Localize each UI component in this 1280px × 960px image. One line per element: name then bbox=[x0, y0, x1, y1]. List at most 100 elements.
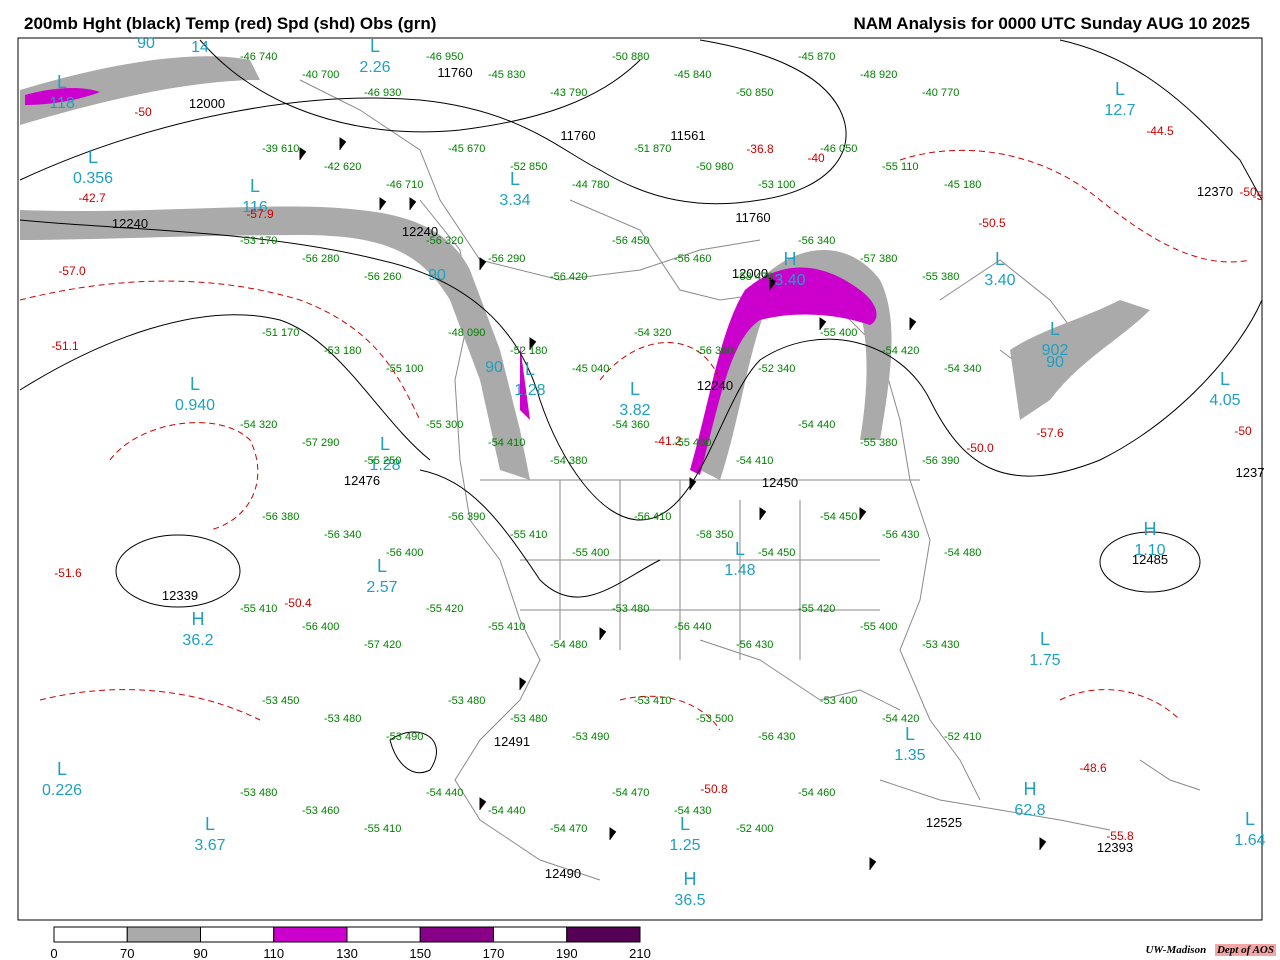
center-letter: L bbox=[735, 539, 745, 559]
station-observation: -56 430 bbox=[736, 639, 773, 651]
colorbar-bin bbox=[273, 926, 348, 943]
station-observation: -54 320 bbox=[240, 419, 277, 431]
station-observation: -56 400 bbox=[302, 621, 339, 633]
station-observation: -50 980 bbox=[696, 161, 733, 173]
height-label: 12491 bbox=[494, 734, 530, 749]
station-observation: -54 420 bbox=[882, 713, 919, 725]
colorbar-tick-label: 70 bbox=[120, 946, 134, 960]
station-observation: -53 480 bbox=[324, 713, 361, 725]
station-observation: -46 930 bbox=[364, 87, 401, 99]
center-letter: H bbox=[1024, 779, 1037, 799]
station-observation: -56 420 bbox=[550, 271, 587, 283]
temp-label: -5 bbox=[1253, 189, 1264, 203]
colorbar-tick-label: 210 bbox=[629, 946, 651, 960]
temp-label: -42.7 bbox=[78, 191, 106, 205]
station-observation: -55 420 bbox=[426, 603, 463, 615]
station-observation: -55 110 bbox=[882, 161, 919, 173]
station-observation: -52 850 bbox=[510, 161, 547, 173]
station-observation: -54 340 bbox=[944, 363, 981, 375]
station-observation: -53 490 bbox=[572, 731, 609, 743]
center-letter: H bbox=[1144, 519, 1157, 539]
colorbar-tick-label: 170 bbox=[483, 946, 505, 960]
station-observation: -56 380 bbox=[262, 511, 299, 523]
center-letter: L bbox=[370, 36, 380, 56]
station-observation: -56 290 bbox=[488, 253, 525, 265]
temp-label: -36.8 bbox=[746, 142, 774, 156]
station-observation: -45 180 bbox=[944, 179, 981, 191]
center-letter: L bbox=[1115, 79, 1125, 99]
credit: UW-Madison Dept of AOS bbox=[1145, 944, 1276, 956]
temp-label: -48.6 bbox=[1079, 761, 1107, 775]
credit-dept: Dept of AOS bbox=[1214, 944, 1276, 956]
temp-label: -57.9 bbox=[246, 207, 274, 221]
center-letter: L bbox=[380, 434, 390, 454]
station-observation: -55 410 bbox=[364, 823, 401, 835]
center-letter: H bbox=[784, 249, 797, 269]
station-observation: -54 440 bbox=[798, 419, 835, 431]
center-value: 2.26 bbox=[359, 59, 390, 76]
center-value: 1.64 bbox=[1234, 832, 1265, 849]
station-observation: -55 300 bbox=[426, 419, 463, 431]
station-observation: -58 470 bbox=[736, 271, 773, 283]
center-letter: L bbox=[525, 359, 535, 379]
center-value: 36.2 bbox=[182, 632, 213, 649]
station-observation: -56 390 bbox=[922, 455, 959, 467]
station-observation: -56 430 bbox=[758, 731, 795, 743]
station-observation: -55 400 bbox=[860, 621, 897, 633]
center-value: 3.40 bbox=[774, 272, 805, 289]
center-value: 3.40 bbox=[984, 272, 1015, 289]
temp-label: -57.6 bbox=[1036, 426, 1064, 440]
station-observation: -51 870 bbox=[634, 143, 671, 155]
center-value: 1.48 bbox=[724, 562, 755, 579]
station-observation: -50 850 bbox=[736, 87, 773, 99]
station-observation: -54 460 bbox=[798, 787, 835, 799]
station-observation: -45 830 bbox=[488, 69, 525, 81]
station-observation: -50 880 bbox=[612, 51, 649, 63]
center-value: 4.05 bbox=[1209, 392, 1240, 409]
station-observation: -54 440 bbox=[426, 787, 463, 799]
station-observation: -44 780 bbox=[572, 179, 609, 191]
station-observation: -45 040 bbox=[572, 363, 609, 375]
center-value: 2.57 bbox=[366, 579, 397, 596]
station-observation: -55 410 bbox=[488, 621, 525, 633]
station-observation: -55 100 bbox=[386, 363, 423, 375]
station-observation: -56 340 bbox=[324, 529, 361, 541]
station-observation: -53 180 bbox=[324, 345, 361, 357]
center-letter: L bbox=[377, 556, 387, 576]
temp-label: -50 bbox=[1234, 424, 1252, 438]
station-observation: -52 180 bbox=[510, 345, 547, 357]
station-observation: -54 450 bbox=[758, 547, 795, 559]
credit-institution: UW-Madison bbox=[1145, 944, 1207, 956]
station-observation: -53 490 bbox=[386, 731, 423, 743]
center-letter: L bbox=[57, 72, 67, 92]
colorbar-bin bbox=[493, 926, 568, 943]
station-observation: -40 700 bbox=[302, 69, 339, 81]
station-observation: -55 410 bbox=[510, 529, 547, 541]
center-letter: L bbox=[1220, 369, 1230, 389]
station-observation: -53 430 bbox=[922, 639, 959, 651]
center-letter: L bbox=[205, 814, 215, 834]
station-observation: -56 440 bbox=[674, 621, 711, 633]
height-label: 12000 bbox=[189, 96, 225, 111]
wind-speed-label: 90 bbox=[485, 359, 503, 376]
center-value: 1.28 bbox=[514, 382, 545, 399]
center-letter: L bbox=[995, 249, 1005, 269]
station-observation: -53 410 bbox=[634, 695, 671, 707]
station-observation: -57 290 bbox=[302, 437, 339, 449]
station-observation: -46 740 bbox=[240, 51, 277, 63]
station-observation: -55 400 bbox=[820, 327, 857, 339]
colorbar-bin bbox=[200, 926, 275, 943]
temp-label: -57.0 bbox=[58, 264, 86, 278]
station-observation: -48 920 bbox=[860, 69, 897, 81]
wind-speed-colorbar: 0 70 90 110 130 150 170 190 210 bbox=[50, 926, 651, 960]
center-value: 0.940 bbox=[175, 397, 215, 414]
station-observation: -54 430 bbox=[674, 805, 711, 817]
station-observation: -54 420 bbox=[882, 345, 919, 357]
center-letter: L bbox=[1245, 809, 1255, 829]
center-letter: H bbox=[684, 869, 697, 889]
station-observation: -56 400 bbox=[386, 547, 423, 559]
station-observation: -54 480 bbox=[944, 547, 981, 559]
center-value: 1.25 bbox=[669, 837, 700, 854]
temp-label: -50.0 bbox=[966, 441, 994, 455]
station-observation: -40 770 bbox=[922, 87, 959, 99]
